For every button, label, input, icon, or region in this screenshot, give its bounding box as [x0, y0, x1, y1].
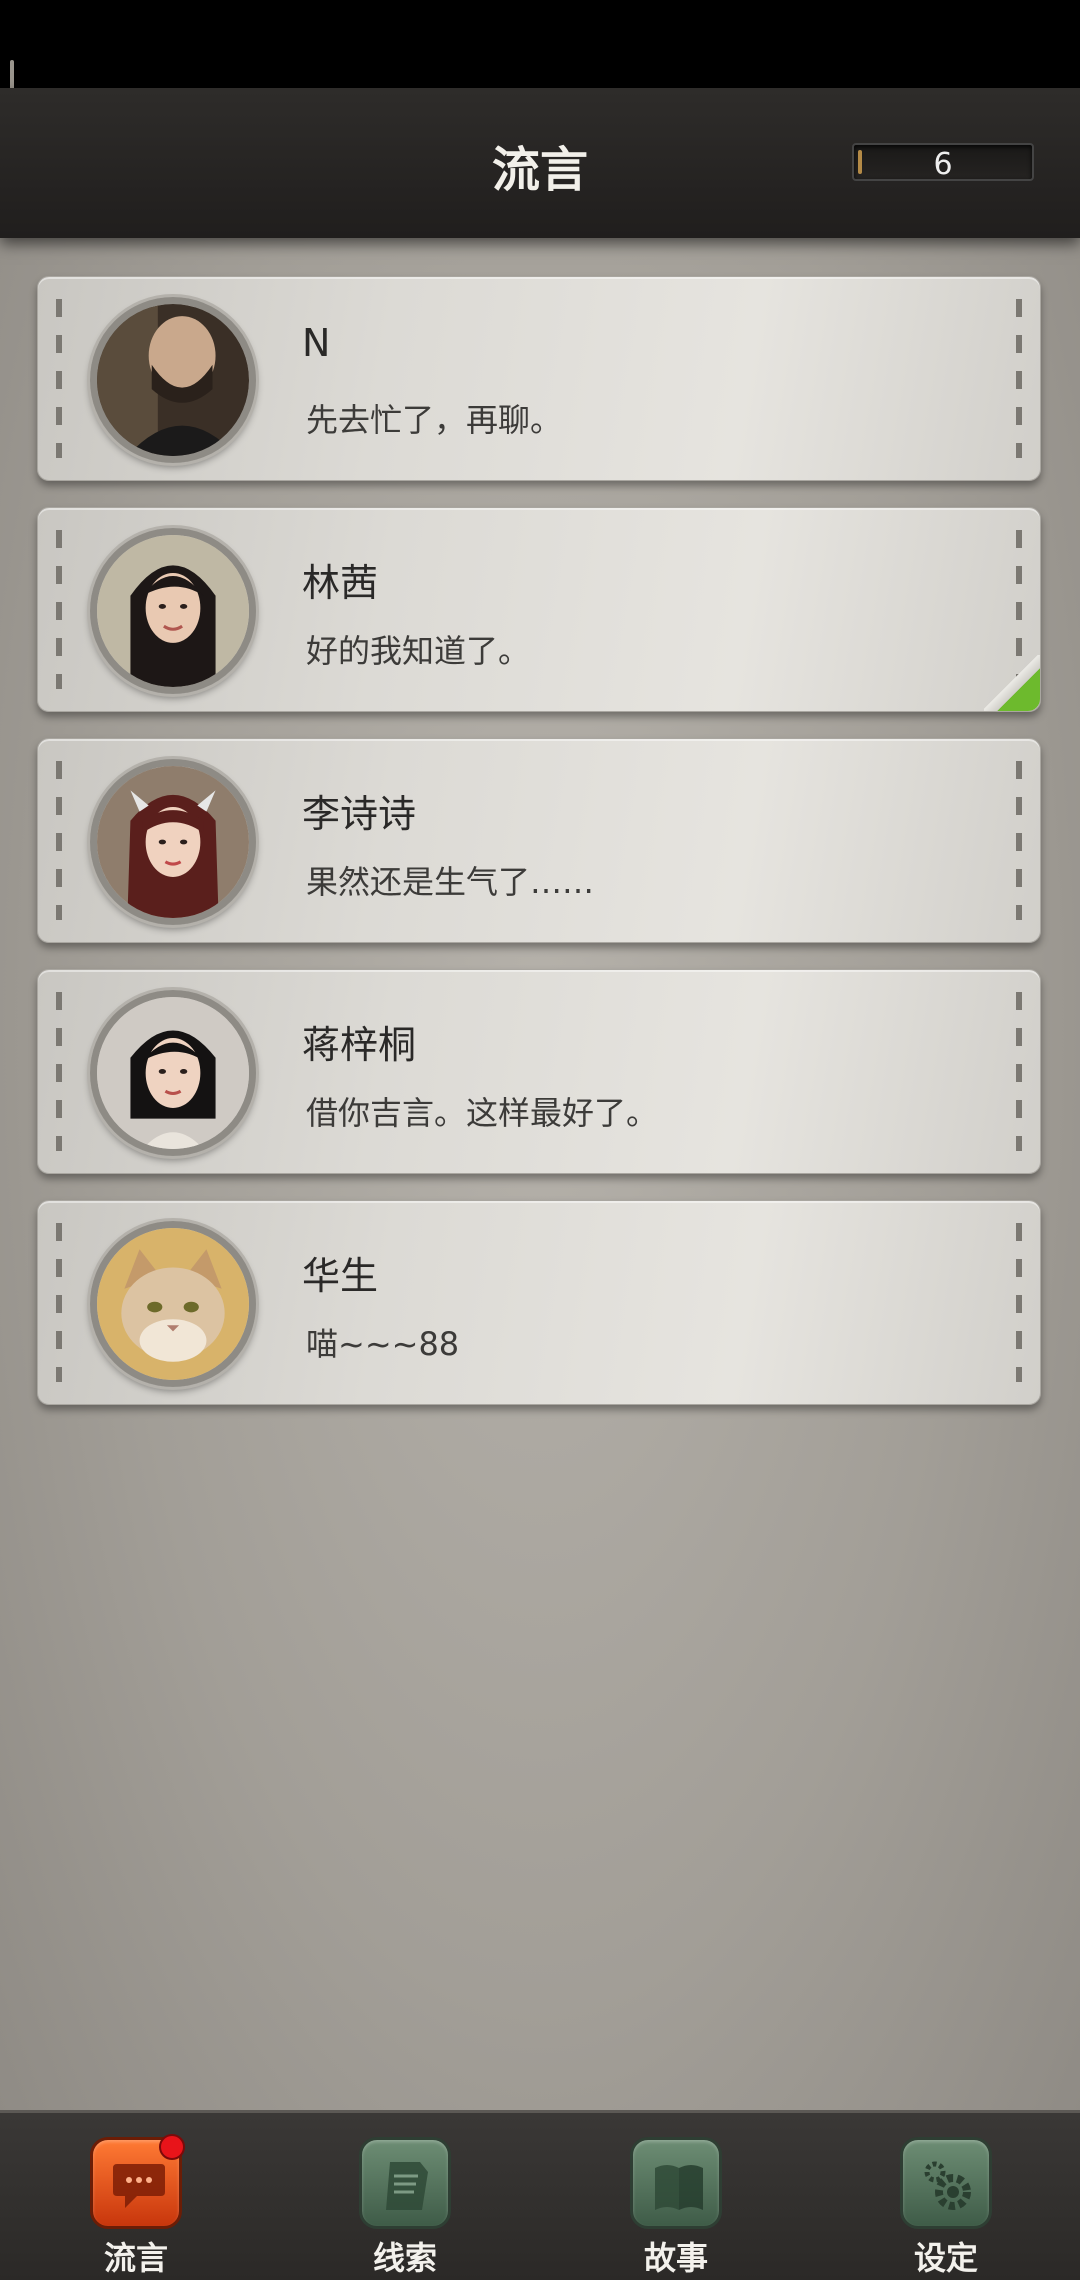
- message-card-linxi[interactable]: 林茜 好的我知道了。: [37, 507, 1041, 712]
- message-preview: 好的我知道了。: [306, 632, 531, 670]
- tab-label: 故事: [643, 2239, 708, 2277]
- message-list: N 先去忙了，再聊。 林茜 好的我知道了。 李诗诗 果然还是生气了…… 蒋梓桐 …: [37, 276, 1041, 1431]
- cat-avatar: [90, 1221, 256, 1387]
- notification-badge: [159, 2134, 185, 2160]
- chat-bubble-icon: [90, 2134, 185, 2229]
- tab-label: 设定: [913, 2239, 978, 2277]
- message-preview: 借你吉言。这样最好了。: [306, 1094, 659, 1132]
- woman-avatar: [90, 990, 256, 1156]
- contact-name: 蒋梓桐: [302, 1023, 417, 1067]
- stitch-decoration: [56, 1223, 62, 1382]
- message-card-jiangzitong[interactable]: 蒋梓桐 借你吉言。这样最好了。: [37, 969, 1041, 1174]
- woman-avatar: [90, 528, 256, 694]
- stitch-decoration: [56, 299, 62, 458]
- gear-icon: [900, 2137, 992, 2229]
- tab-label: 线索: [372, 2239, 437, 2277]
- tab-clues[interactable]: 线索: [335, 2137, 475, 2277]
- unread-corner-marker: [984, 655, 1040, 711]
- bottom-tab-bar: 流言 线索 故事 设定: [0, 2110, 1080, 2280]
- document-icon: [359, 2137, 451, 2229]
- message-preview: 果然还是生气了……: [306, 863, 595, 901]
- tab-settings[interactable]: 设定: [876, 2137, 1016, 2277]
- message-card-lishishi[interactable]: 李诗诗 果然还是生气了……: [37, 738, 1041, 943]
- status-bar: [0, 0, 1080, 150]
- count-value: 6: [933, 147, 953, 182]
- message-preview: 喵~~~88: [306, 1325, 460, 1363]
- count-badge: 6: [852, 143, 1034, 182]
- contact-name: 林茜: [302, 561, 379, 605]
- stitch-decoration: [1016, 299, 1022, 458]
- stitch-decoration: [1016, 761, 1022, 920]
- message-card-huasheng[interactable]: 华生 喵~~~88: [37, 1200, 1041, 1405]
- message-preview: 先去忙了，再聊。: [306, 401, 563, 439]
- stitch-decoration: [56, 992, 62, 1151]
- message-card-n[interactable]: N 先去忙了，再聊。: [37, 276, 1041, 481]
- tab-label: 流言: [103, 2239, 168, 2277]
- header-bar: 流言 6: [0, 88, 1080, 238]
- tab-story[interactable]: 故事: [606, 2137, 746, 2277]
- man-avatar: [90, 297, 256, 463]
- stitch-decoration: [56, 530, 62, 689]
- contact-name: 李诗诗: [302, 792, 417, 836]
- book-icon: [630, 2137, 722, 2229]
- tab-rumors[interactable]: 流言: [66, 2134, 206, 2277]
- stitch-decoration: [1016, 1223, 1022, 1382]
- contact-name: N: [302, 321, 331, 365]
- stitch-decoration: [56, 761, 62, 920]
- stitch-decoration: [1016, 992, 1022, 1151]
- woman-avatar: [90, 759, 256, 925]
- contact-name: 华生: [302, 1254, 379, 1298]
